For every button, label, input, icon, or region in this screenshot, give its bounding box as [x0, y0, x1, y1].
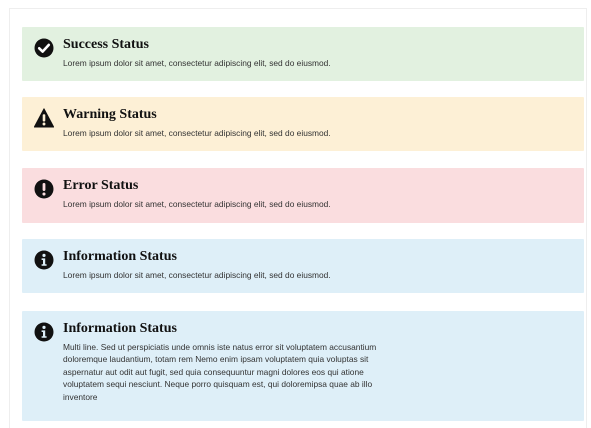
alert-title: Error Status	[63, 178, 139, 193]
alert-title: Warning Status	[63, 107, 157, 122]
information-multiline-alert: Information Status Multi line. Sed ut pe…	[22, 311, 584, 421]
check-circle-icon	[34, 38, 54, 58]
success-alert: Success Status Lorem ipsum dolor sit ame…	[22, 27, 584, 81]
alert-title: Information Status	[63, 249, 177, 264]
information-alert: Information Status Lorem ipsum dolor sit…	[22, 239, 584, 293]
alert-description: Lorem ipsum dolor sit amet, consectetur …	[63, 128, 331, 138]
alert-description: Lorem ipsum dolor sit amet, consectetur …	[63, 58, 331, 68]
alert-description: Multi line. Sed ut perspiciatis unde omn…	[63, 342, 377, 402]
info-circle-icon	[34, 322, 54, 342]
alert-description: Lorem ipsum dolor sit amet, consectetur …	[63, 270, 331, 280]
alert-description: Lorem ipsum dolor sit amet, consectetur …	[63, 199, 331, 209]
alert-title: Information Status	[63, 321, 177, 336]
warning-triangle-icon	[34, 108, 54, 128]
warning-alert: Warning Status Lorem ipsum dolor sit ame…	[22, 97, 584, 151]
error-alert: Error Status Lorem ipsum dolor sit amet,…	[22, 168, 584, 223]
info-circle-icon	[34, 250, 54, 270]
alert-title: Success Status	[63, 37, 149, 52]
exclamation-circle-icon	[34, 179, 54, 199]
